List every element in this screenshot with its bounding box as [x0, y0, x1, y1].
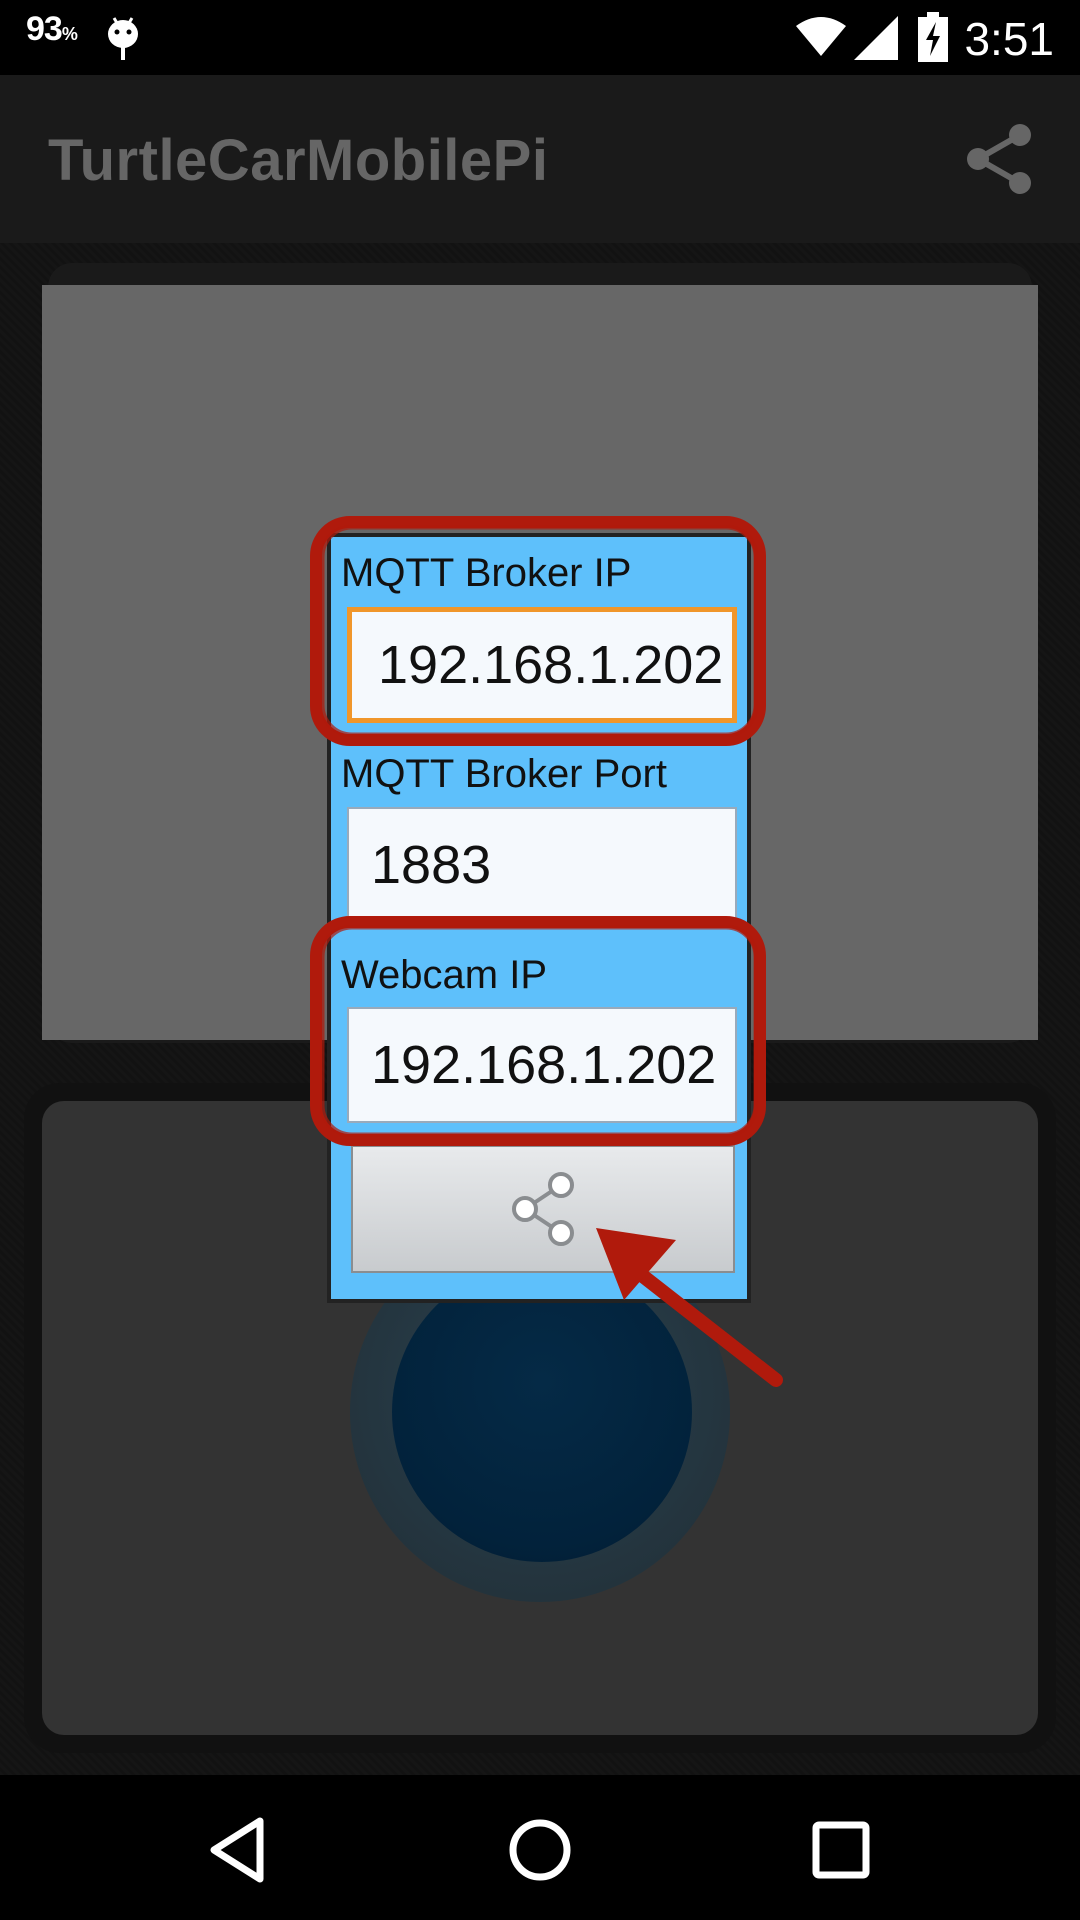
battery-percent-unit: % [61, 24, 78, 44]
home-icon[interactable] [505, 1815, 575, 1885]
share-icon [512, 1172, 574, 1246]
back-icon[interactable] [204, 1815, 274, 1885]
action-bar: TurtleCarMobilePi [0, 75, 1080, 243]
screen: 93% 3:51 TurtleCarMobilePi MQTT Broker I… [0, 0, 1080, 1920]
broker-ip-label: MQTT Broker IP [341, 551, 632, 595]
broker-port-input[interactable]: 1883 [347, 807, 737, 923]
wifi-icon [796, 17, 846, 56]
clock: 3:51 [964, 13, 1054, 65]
webcam-ip-label: Webcam IP [341, 953, 547, 997]
battery-percentage: 93% [26, 10, 78, 49]
broker-port-label: MQTT Broker Port [341, 752, 667, 796]
battery-charging-icon [918, 12, 948, 62]
settings-dialog: MQTT Broker IP 192.168.1.202 MQTT Broker… [327, 533, 751, 1303]
share-icon[interactable] [960, 119, 1040, 199]
webcam-ip-input[interactable]: 192.168.1.202 [347, 1007, 737, 1123]
status-bar: 93% 3:51 [0, 0, 1080, 75]
app-title: TurtleCarMobilePi [48, 128, 549, 193]
navigation-bar [0, 1775, 1080, 1920]
save-settings-button[interactable] [351, 1145, 735, 1273]
android-debug-icon [108, 17, 138, 60]
broker-ip-input[interactable]: 192.168.1.202 [347, 607, 737, 723]
recents-icon[interactable] [806, 1815, 876, 1885]
joystick-knob[interactable] [392, 1262, 692, 1562]
signal-icon [854, 16, 898, 60]
battery-percent-value: 93 [26, 10, 63, 48]
